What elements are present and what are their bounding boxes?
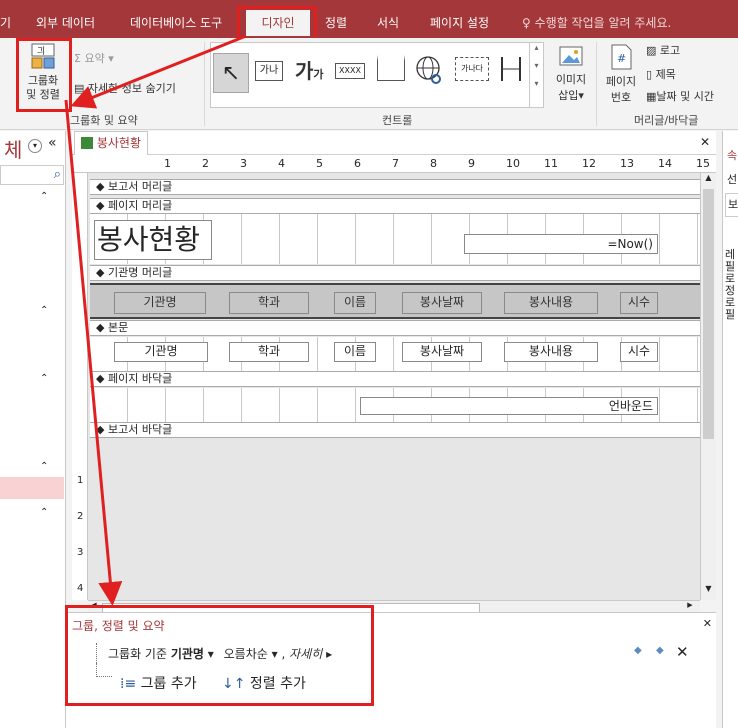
annotation-arrows <box>64 34 247 606</box>
